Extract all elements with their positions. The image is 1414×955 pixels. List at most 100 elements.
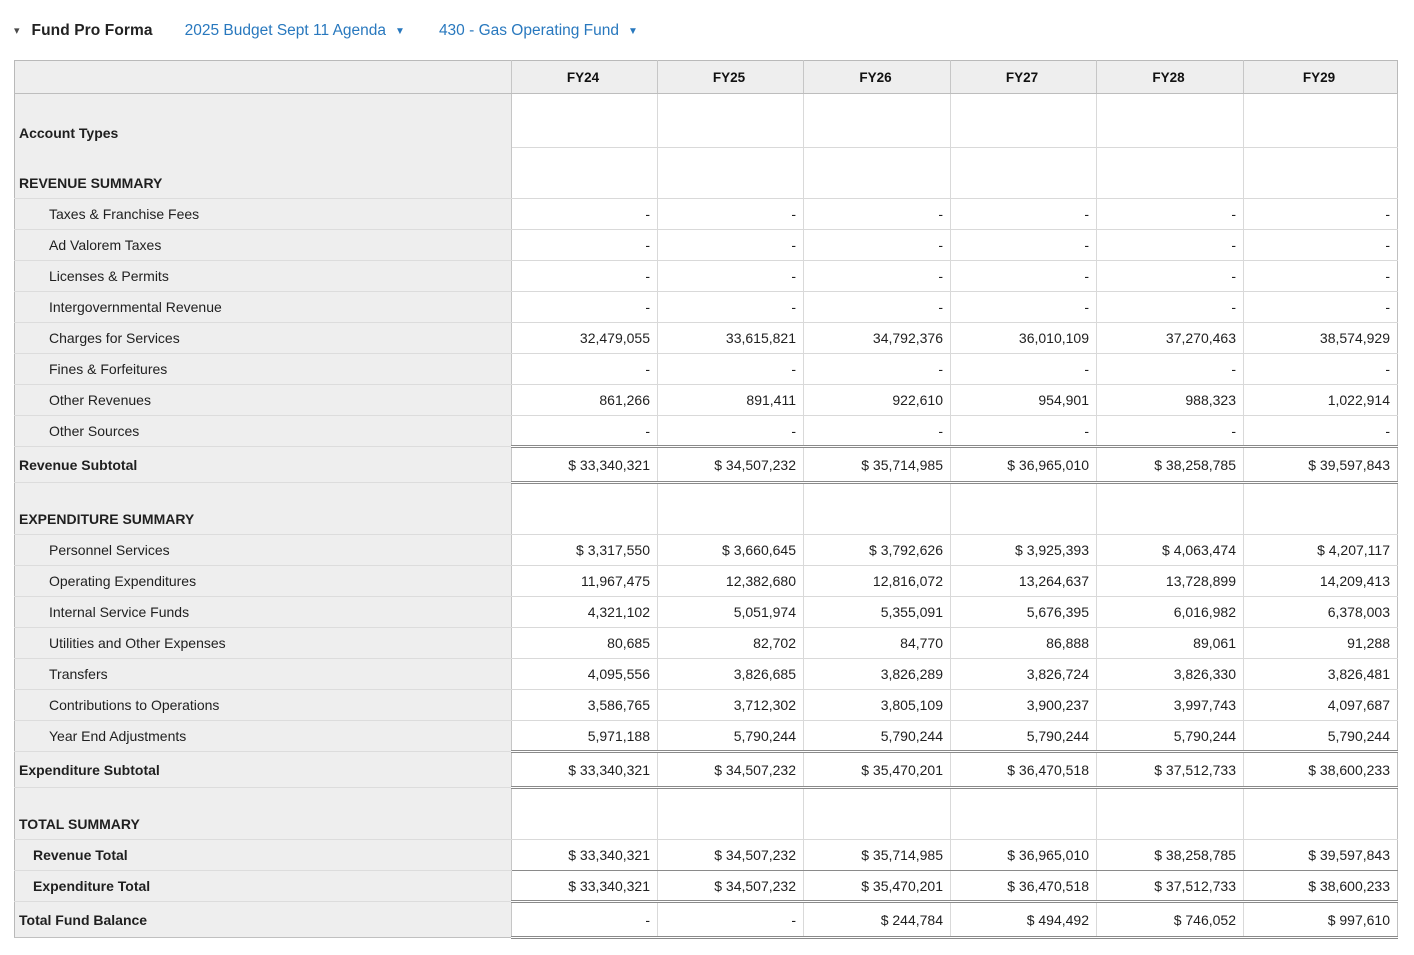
cell: -: [657, 353, 804, 385]
fund-dropdown-label: 430 - Gas Operating Fund: [438, 22, 620, 39]
chevron-down-icon: ▼: [628, 26, 638, 37]
cell: -: [511, 198, 658, 230]
row-label: Expenditure Subtotal: [14, 751, 512, 788]
cell: -: [950, 260, 1097, 292]
table-row: Taxes & Franchise Fees - - - - - -: [14, 198, 1398, 230]
table-row: Personnel Services $ 3,317,550 $ 3,660,645…: [14, 534, 1398, 566]
table-body: Account Types REVENUE SUMMARY Taxes & Fran…: [14, 93, 1398, 939]
row-label: Licenses & Permits: [14, 260, 512, 292]
table-row: EXPENDITURE SUMMARY: [14, 482, 1398, 535]
cell: 4,097,687: [1243, 689, 1398, 721]
cell: $ 39,597,843: [1243, 445, 1398, 484]
cell: $ 3,317,550: [511, 534, 658, 566]
cell: -: [950, 353, 1097, 385]
row-label: Total Fund Balance: [14, 901, 512, 938]
table-row: Total Fund Balance - - $ 244,784 $ 494,492 $ …: [14, 900, 1398, 939]
row-label: Personnel Services: [14, 534, 512, 566]
cell: -: [657, 260, 804, 292]
table-row: Fines & Forfeitures - - - - - -: [14, 353, 1398, 385]
cell: $ 34,507,232: [657, 839, 804, 871]
row-label: Taxes & Franchise Fees: [14, 198, 512, 230]
cell: [1243, 93, 1398, 148]
cell: 5,676,395: [950, 596, 1097, 628]
column-header-fy27: FY27: [950, 60, 1097, 94]
cell: $ 33,340,321: [511, 445, 658, 484]
fund-dropdown[interactable]: 430 - Gas Operating Fund ▼: [439, 22, 638, 40]
cell: 922,610: [803, 384, 951, 416]
column-header-fy28: FY28: [1096, 60, 1244, 94]
table-row: Operating Expenditures 11,967,475 12,382,6…: [14, 565, 1398, 597]
cell: -: [1243, 415, 1398, 447]
cell: 91,288: [1243, 627, 1398, 659]
row-label: Contributions to Operations: [14, 689, 512, 721]
collapse-caret-icon[interactable]: ▾: [14, 25, 20, 37]
budget-dropdown[interactable]: 2025 Budget Sept 11 Agenda ▼: [185, 22, 405, 40]
cell: 3,997,743: [1096, 689, 1244, 721]
page-title: Fund Pro Forma: [31, 22, 153, 39]
table-container: FY24 FY25 FY26 FY27 FY28 FY29 Account Types RE…: [0, 60, 1414, 953]
cell: 36,010,109: [950, 322, 1097, 354]
cell: -: [803, 198, 951, 230]
cell: 33,615,821: [657, 322, 804, 354]
cell: [950, 93, 1097, 148]
cell: [803, 93, 951, 148]
cell: 5,790,244: [950, 720, 1097, 752]
row-label: TOTAL SUMMARY: [14, 787, 512, 840]
column-header-fy26: FY26: [803, 60, 951, 94]
cell: 954,901: [950, 384, 1097, 416]
cell: 4,095,556: [511, 658, 658, 690]
table-row: Licenses & Permits - - - - - -: [14, 260, 1398, 292]
cell: $ 35,714,985: [803, 839, 951, 871]
cell: $ 33,340,321: [511, 839, 658, 871]
cell: 86,888: [950, 627, 1097, 659]
cell: [657, 482, 804, 535]
table-row: Internal Service Funds 4,321,102 5,051,974…: [14, 596, 1398, 628]
cell: 3,826,685: [657, 658, 804, 690]
cell: 891,411: [657, 384, 804, 416]
cell: 32,479,055: [511, 322, 658, 354]
cell: [950, 787, 1097, 840]
cell: -: [511, 415, 658, 447]
row-label: Expenditure Total: [14, 870, 512, 902]
cell: 5,971,188: [511, 720, 658, 752]
row-label: Intergovernmental Revenue: [14, 291, 512, 323]
table-row: Year End Adjustments 5,971,188 5,790,244 5,…: [14, 720, 1398, 752]
cell: 13,264,637: [950, 565, 1097, 597]
cell: 5,790,244: [1096, 720, 1244, 752]
cell: 5,790,244: [1243, 720, 1398, 752]
row-label: Operating Expenditures: [14, 565, 512, 597]
cell: $ 33,340,321: [511, 870, 658, 902]
cell: -: [657, 291, 804, 323]
cell: [1243, 482, 1398, 535]
cell: 4,321,102: [511, 596, 658, 628]
table-row: Expenditure Subtotal $ 33,340,321 $ 34,507…: [14, 750, 1398, 789]
cell: -: [1096, 415, 1244, 447]
cell: [803, 147, 951, 199]
cell: 3,826,724: [950, 658, 1097, 690]
table-row: Other Revenues 861,266 891,411 922,610 954,9…: [14, 384, 1398, 416]
cell: [511, 482, 658, 535]
cell: 12,382,680: [657, 565, 804, 597]
table-row: Utilities and Other Expenses 80,685 82,702…: [14, 627, 1398, 659]
cell: $ 997,610: [1243, 900, 1398, 939]
cell: $ 494,492: [950, 900, 1097, 939]
row-label: Ad Valorem Taxes: [14, 229, 512, 261]
cell: -: [950, 291, 1097, 323]
row-label: EXPENDITURE SUMMARY: [14, 482, 512, 535]
cell: -: [511, 291, 658, 323]
pro-forma-table: FY24 FY25 FY26 FY27 FY28 FY29 Account Types RE…: [14, 60, 1398, 939]
cell: -: [1096, 353, 1244, 385]
cell: 6,016,982: [1096, 596, 1244, 628]
cell: 5,355,091: [803, 596, 951, 628]
cell: [950, 482, 1097, 535]
row-label: Charges for Services: [14, 322, 512, 354]
cell: 3,586,765: [511, 689, 658, 721]
cell: $ 4,063,474: [1096, 534, 1244, 566]
cell: $ 34,507,232: [657, 750, 804, 789]
cell: 5,790,244: [657, 720, 804, 752]
cell: -: [1096, 198, 1244, 230]
cell: -: [511, 900, 658, 939]
cell: -: [1243, 229, 1398, 261]
table-row: Transfers 4,095,556 3,826,685 3,826,289 3,82…: [14, 658, 1398, 690]
page-header: ▾ Fund Pro Forma 2025 Budget Sept 11 Age…: [0, 0, 1414, 60]
